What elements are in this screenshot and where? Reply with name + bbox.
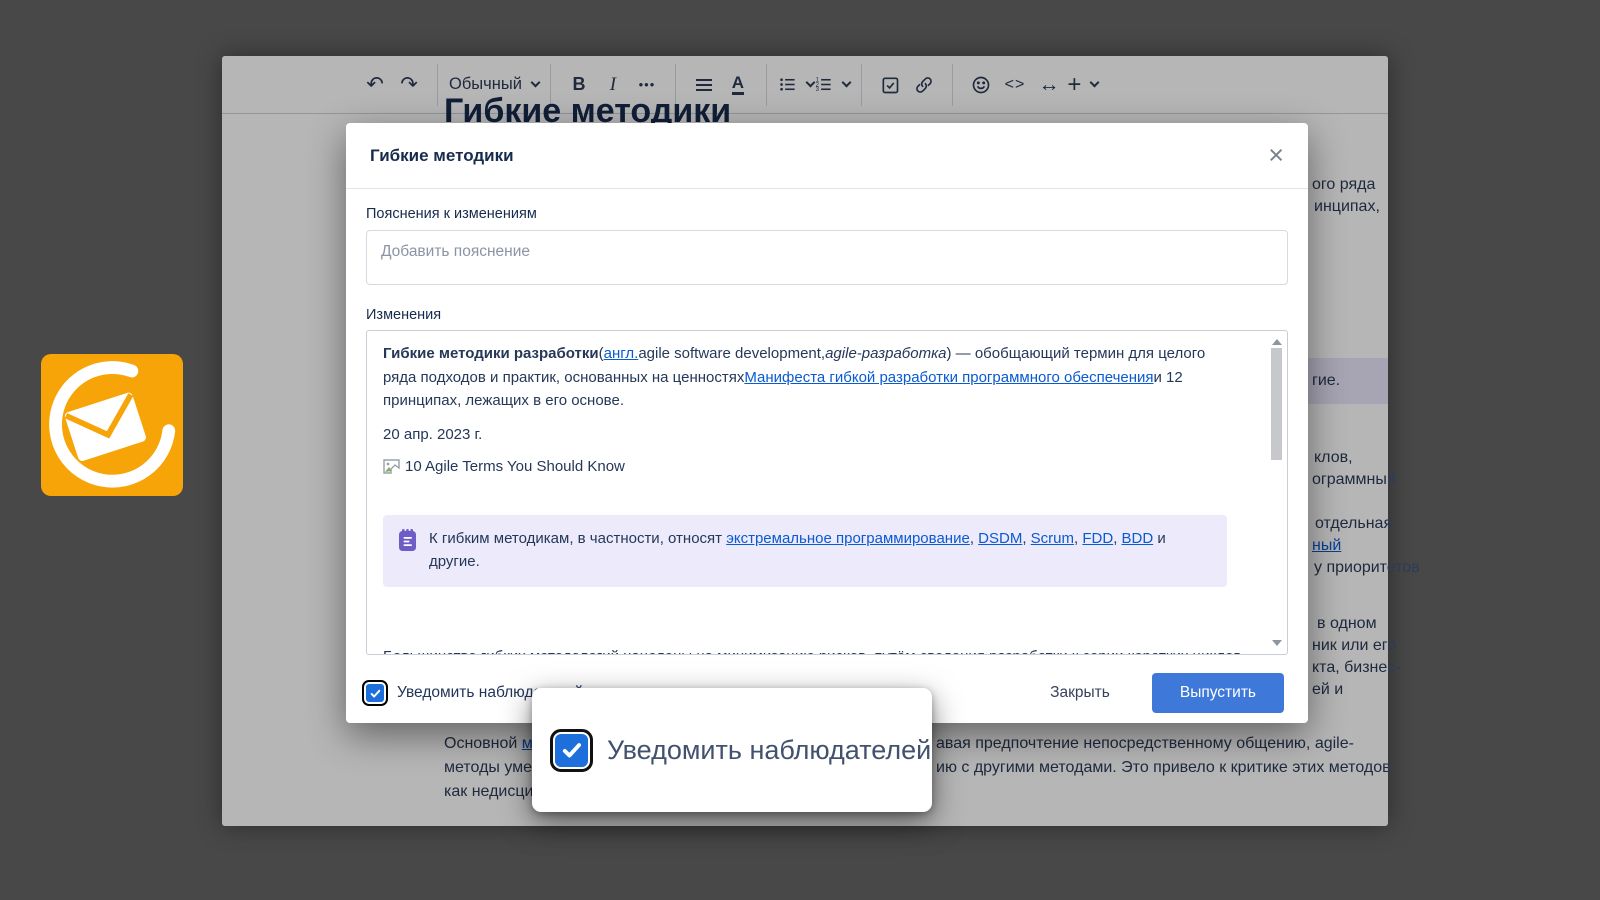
desktop-background: ↶ ↷ Обычный B I ••• A 123 [0, 0, 1600, 900]
broken-image-icon [383, 459, 400, 474]
dialog-title: Гибкие методики [370, 146, 514, 166]
comment-field-label: Пояснения к изменениям [366, 206, 1288, 222]
notify-watchers-label-magnified: Уведомить наблюдателей [607, 735, 931, 766]
info-panel: К гибким методикам, в частности, относят… [383, 515, 1227, 587]
notify-watchers-checkbox[interactable] [366, 684, 384, 702]
scroll-down-icon[interactable] [1272, 640, 1282, 646]
inline-link[interactable]: Манифеста гибкой разработки программного… [744, 369, 1153, 386]
publish-dialog: Гибкие методики × Пояснения к изменениям… [346, 123, 1308, 723]
email-notification-logo [41, 354, 183, 496]
inline-link[interactable]: DSDM [978, 530, 1022, 547]
checkmark-icon [560, 738, 584, 762]
scrollbar-thumb[interactable] [1271, 348, 1282, 460]
inline-link[interactable]: экстремальное программирование [726, 530, 970, 547]
cancel-button[interactable]: Закрыть [1050, 684, 1110, 702]
dialog-header: Гибкие методики × [346, 123, 1308, 189]
notify-watchers-checkbox-magnified[interactable] [555, 734, 588, 767]
date-line: 20 апр. 2023 г. [383, 423, 1227, 447]
dialog-body: Пояснения к изменениям Изменения Гибкие … [346, 206, 1308, 655]
info-panel-text: К гибким методикам, в частности, относят… [429, 530, 1166, 571]
changes-preview-content: Гибкие методики разработки(англ.agile so… [367, 331, 1287, 587]
publish-button[interactable]: Выпустить [1152, 673, 1284, 713]
intro-paragraph: Гибкие методики разработки(англ.agile so… [383, 342, 1227, 413]
journal-icon [397, 528, 418, 553]
scroll-up-icon[interactable] [1272, 339, 1282, 345]
inline-link[interactable]: FDD [1082, 530, 1113, 547]
broken-image-row: 10 Agile Terms You Should Know [383, 455, 1227, 479]
comment-input[interactable] [366, 230, 1288, 285]
close-icon[interactable]: × [1268, 142, 1284, 169]
inline-link[interactable]: англ. [604, 345, 639, 362]
clipped-paragraph: Большинство гибких методологий нацелены … [383, 648, 1263, 655]
magnified-checkbox-popup: Уведомить наблюдателей [532, 688, 932, 812]
changes-preview-box: Гибкие методики разработки(англ.agile so… [366, 330, 1288, 655]
changes-scrollbar[interactable] [1269, 334, 1284, 651]
image-alt-text: 10 Agile Terms You Should Know [405, 455, 625, 479]
checkmark-icon [369, 687, 382, 700]
inline-link[interactable]: BDD [1122, 530, 1154, 547]
inline-link[interactable]: Scrum [1031, 530, 1074, 547]
envelope-swirl-icon [41, 354, 183, 496]
changes-field-label: Изменения [366, 307, 1288, 323]
